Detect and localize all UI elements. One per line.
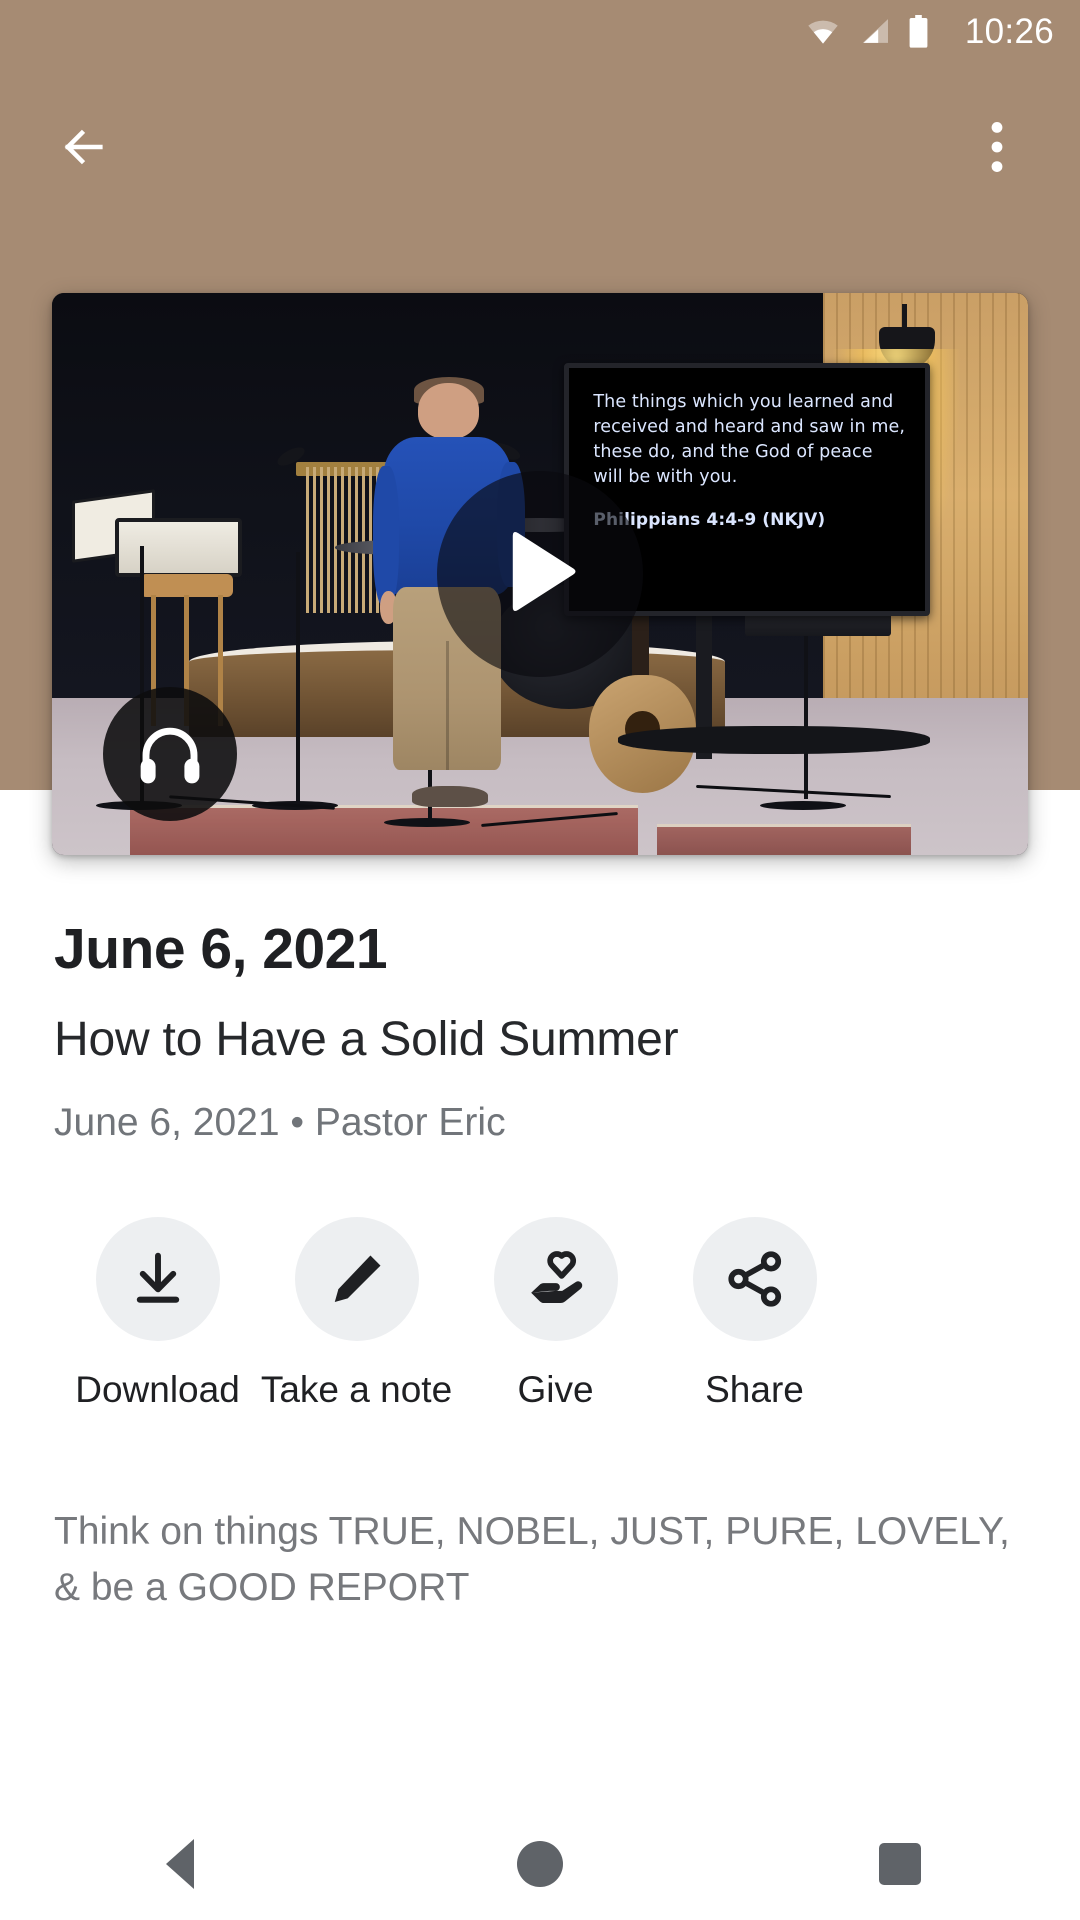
nav-back-button[interactable] bbox=[105, 1808, 255, 1920]
download-action[interactable]: Download bbox=[58, 1217, 257, 1408]
give-action-label: Give bbox=[517, 1369, 594, 1411]
sermon-description: Think on things TRUE, NOBEL, JUST, PURE,… bbox=[54, 1510, 1010, 1609]
pencil-icon bbox=[334, 1255, 381, 1303]
share-nodes-icon bbox=[727, 1251, 781, 1308]
audio-only-badge bbox=[102, 687, 237, 822]
page-title: June 6, 2021 bbox=[54, 917, 388, 981]
give-action-circle bbox=[493, 1217, 618, 1342]
take-a-note-action-circle bbox=[294, 1217, 419, 1342]
app-bar bbox=[0, 92, 1080, 202]
nav-home-button[interactable] bbox=[465, 1808, 615, 1920]
sermon-meta: June 6, 2021 • Pastor Eric bbox=[54, 1100, 506, 1144]
take-a-note-action[interactable]: Take a note bbox=[257, 1217, 456, 1408]
back-arrow-icon bbox=[64, 129, 103, 165]
download-action-label: Download bbox=[75, 1369, 240, 1411]
app-root: 10:26 The things which you learned and r… bbox=[0, 0, 1080, 1920]
download-icon bbox=[136, 1253, 179, 1304]
home-circle-icon bbox=[517, 1841, 563, 1887]
play-button[interactable] bbox=[437, 471, 643, 677]
nav-recents-button[interactable] bbox=[825, 1808, 975, 1920]
share-action-circle bbox=[692, 1217, 817, 1342]
action-row: Download Take a note Give Share bbox=[54, 1217, 1026, 1408]
status-bar: 10:26 bbox=[0, 0, 1080, 62]
wifi-icon bbox=[808, 20, 838, 44]
hand-heart-icon bbox=[530, 1251, 582, 1304]
video-thumbnail-card[interactable]: The things which you learned and receive… bbox=[52, 293, 1028, 855]
android-nav-bar bbox=[0, 1808, 1080, 1920]
recents-square-icon bbox=[879, 1843, 921, 1885]
detail-content: June 6, 2021 How to Have a Solid Summer … bbox=[0, 855, 1080, 1615]
share-action-label: Share bbox=[705, 1369, 804, 1411]
more-vertical-icon bbox=[991, 122, 1003, 172]
slide-reference-text: Philippians 4:4-9 (NKJV) bbox=[593, 509, 826, 530]
status-icon-group: 10:26 bbox=[806, 14, 1054, 49]
give-action[interactable]: Give bbox=[456, 1217, 655, 1408]
battery-icon bbox=[909, 14, 928, 48]
play-icon bbox=[512, 532, 576, 611]
download-action-circle bbox=[95, 1217, 220, 1342]
slide-body-text: The things which you learned and receive… bbox=[593, 392, 906, 487]
cellular-signal-icon bbox=[862, 19, 888, 43]
overflow-menu-button[interactable] bbox=[960, 110, 1034, 184]
status-bar-time: 10:26 bbox=[964, 11, 1054, 51]
share-action[interactable]: Share bbox=[655, 1217, 854, 1408]
back-button[interactable] bbox=[46, 110, 120, 184]
back-triangle-icon bbox=[166, 1839, 194, 1889]
headphones-icon bbox=[140, 728, 200, 784]
sermon-subtitle: How to Have a Solid Summer bbox=[54, 1012, 679, 1066]
take-a-note-action-label: Take a note bbox=[260, 1369, 453, 1411]
